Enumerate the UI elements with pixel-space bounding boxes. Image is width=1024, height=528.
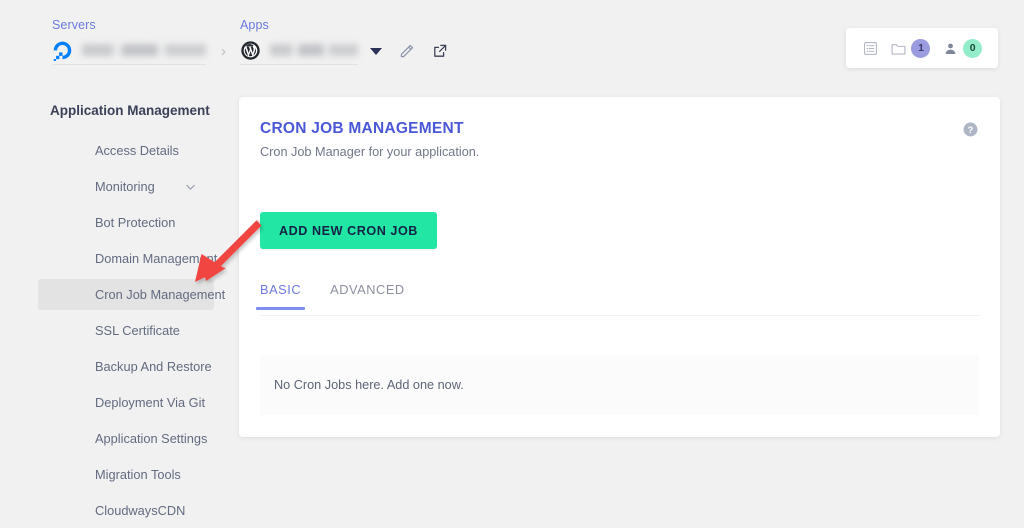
server-selector[interactable]	[52, 37, 206, 65]
sidebar-item-label: Deployment Via Git	[95, 395, 206, 410]
sidebar-item-cloudwayscdn[interactable]: CloudwaysCDN	[38, 495, 214, 526]
cron-job-tabs: BASIC ADVANCED	[255, 280, 979, 316]
app-selector[interactable]	[240, 37, 358, 65]
breadcrumb-servers: Servers ›	[52, 18, 228, 65]
user-icon	[945, 43, 956, 54]
top-breadcrumb-bar: Servers › Apps 1 0	[0, 0, 1024, 88]
sidebar-title: Application Management	[50, 103, 210, 118]
sidebar-item-deployment-via-git[interactable]: Deployment Via Git	[38, 387, 214, 418]
cron-job-management-card: CRON JOB MANAGEMENT Cron Job Manager for…	[239, 97, 1000, 437]
sidebar-item-application-settings[interactable]: Application Settings	[38, 423, 214, 454]
page-title: CRON JOB MANAGEMENT	[260, 120, 464, 137]
caret-down-icon[interactable]	[370, 47, 382, 55]
sidebar-item-label: Bot Protection	[95, 215, 176, 230]
app-name-redacted	[270, 44, 358, 56]
counter-servers[interactable]	[862, 40, 879, 57]
pencil-edit-icon[interactable]	[399, 43, 415, 59]
add-new-cron-job-button[interactable]: ADD NEW CRON JOB	[260, 212, 437, 249]
tab-basic[interactable]: BASIC	[255, 280, 306, 310]
sidebar-item-label: Migration Tools	[95, 467, 181, 482]
help-circle-icon[interactable]: ?	[962, 121, 979, 138]
counter-users[interactable]: 0	[942, 38, 983, 58]
breadcrumb-separator-icon: ›	[221, 42, 226, 60]
wordpress-logo-icon	[241, 40, 260, 60]
sidebar-item-monitoring[interactable]: Monitoring	[38, 171, 214, 202]
digitalocean-logo-icon	[53, 41, 72, 61]
sidebar-item-label: Domain Management	[95, 251, 218, 266]
sidebar-item-label: Cron Job Management	[95, 287, 226, 302]
users-count-badge: 0	[963, 38, 983, 58]
sidebar-item-migration-tools[interactable]: Migration Tools	[38, 459, 214, 490]
sidebar-item-label: Access Details	[95, 143, 179, 158]
chevron-down-icon	[186, 184, 195, 190]
sidebar-item-ssl-certificate[interactable]: SSL Certificate	[38, 315, 214, 346]
breadcrumb-apps-label: Apps	[240, 18, 269, 32]
folder-icon	[892, 43, 906, 55]
tab-advanced[interactable]: ADVANCED	[330, 280, 405, 309]
server-name-redacted	[82, 44, 206, 56]
sidebar-item-label: Monitoring	[95, 179, 155, 194]
sidebar-item-domain-management[interactable]: Domain Management	[38, 243, 218, 274]
sidebar-item-backup-and-restore[interactable]: Backup And Restore	[38, 351, 214, 382]
apps-count-badge: 1	[911, 38, 931, 58]
empty-state-text: No Cron Jobs here. Add one now.	[274, 378, 464, 392]
server-list-icon	[863, 41, 877, 55]
sidebar-item-label: SSL Certificate	[95, 323, 180, 338]
sidebar-item-access-details[interactable]: Access Details	[38, 135, 214, 166]
breadcrumb-apps: Apps	[240, 18, 448, 65]
application-management-sidebar: Application Management Access Details Mo…	[0, 100, 226, 528]
sidebar-item-label: Backup And Restore	[95, 359, 212, 374]
page-subtitle: Cron Job Manager for your application.	[260, 145, 480, 159]
sidebar-item-bot-protection[interactable]: Bot Protection	[38, 207, 214, 238]
svg-text:?: ?	[968, 125, 974, 135]
external-link-icon[interactable]	[432, 43, 448, 59]
counters-panel: 1 0	[846, 28, 998, 68]
sidebar-item-cron-job-management[interactable]: Cron Job Management	[38, 279, 225, 310]
sidebar-item-label: CloudwaysCDN	[95, 503, 186, 518]
breadcrumb-servers-label: Servers	[52, 18, 96, 32]
sidebar-item-label: Application Settings	[95, 431, 208, 446]
counter-apps[interactable]: 1	[890, 38, 931, 58]
cron-jobs-empty-state: No Cron Jobs here. Add one now.	[260, 355, 979, 415]
